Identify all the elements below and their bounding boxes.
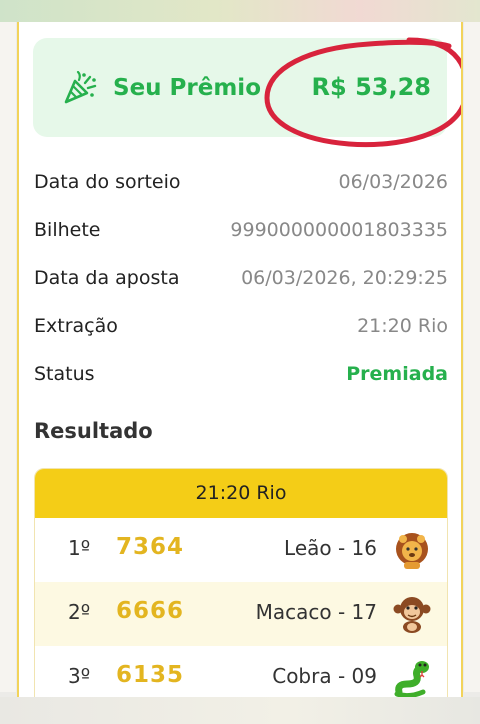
result-row: 2º 6666 Macaco - 17 — [35, 582, 447, 646]
detail-label: Data do sorteio — [34, 171, 181, 193]
result-position: 3º — [68, 664, 91, 688]
detail-row-status: Status Premiada — [34, 363, 448, 393]
detail-label: Status — [34, 363, 95, 385]
result-number: 6666 — [116, 598, 185, 624]
detail-row-ticket: Bilhete 999000000001803335 — [34, 219, 448, 249]
detail-row-bet-date: Data da aposta 06/03/2026, 20:29:25 — [34, 267, 448, 297]
right-background — [464, 22, 480, 692]
result-position: 2º — [68, 600, 91, 624]
detail-row-draw-date: Data do sorteio 06/03/2026 — [34, 171, 448, 201]
prize-banner: Seu Prêmio R$ 53,28 — [33, 38, 447, 137]
ticket-card: Seu Prêmio R$ 53,28 Data do sorteio 06/0… — [17, 22, 463, 697]
bottom-background-strip — [0, 697, 480, 724]
results-table: 21:20 Rio 1º 7364 Leão - 16 2º 6666 Maca… — [34, 468, 448, 697]
detail-label: Extração — [34, 315, 118, 337]
result-animal: Cobra - 09 — [272, 664, 377, 688]
detail-value: 06/03/2026 — [338, 171, 448, 193]
party-popper-icon — [64, 71, 97, 104]
snake-icon — [394, 661, 429, 697]
detail-value: 21:20 Rio — [357, 315, 448, 337]
left-background — [0, 22, 16, 692]
prize-amount: R$ 53,28 — [311, 73, 431, 101]
status-badge: Premiada — [346, 363, 448, 385]
detail-value: 06/03/2026, 20:29:25 — [241, 267, 448, 289]
prize-label: Seu Prêmio — [113, 75, 261, 101]
detail-row-extraction: Extração 21:20 Rio — [34, 315, 448, 345]
top-background-strip — [0, 0, 480, 22]
detail-label: Bilhete — [34, 219, 101, 241]
result-row: 1º 7364 Leão - 16 — [35, 518, 447, 582]
result-heading: Resultado — [34, 419, 153, 443]
result-position: 1º — [68, 536, 91, 560]
results-header: 21:20 Rio — [35, 469, 447, 518]
detail-value: 999000000001803335 — [230, 219, 448, 241]
detail-label: Data da aposta — [34, 267, 180, 289]
result-row: 3º 6135 Cobra - 09 — [35, 646, 447, 697]
monkey-icon — [393, 597, 431, 633]
lion-icon — [396, 533, 428, 569]
result-number: 6135 — [116, 662, 185, 688]
result-animal: Macaco - 17 — [255, 600, 377, 624]
result-animal: Leão - 16 — [284, 536, 377, 560]
result-number: 7364 — [116, 534, 185, 560]
